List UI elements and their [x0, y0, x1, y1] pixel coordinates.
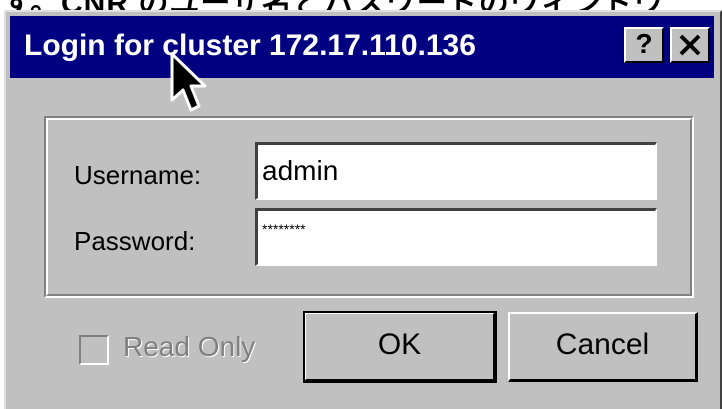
- mouse-cursor-icon: [170, 52, 207, 112]
- close-button[interactable]: [670, 27, 710, 63]
- login-dialog: Login for cluster 172.17.110.136 ? Usern…: [4, 10, 722, 409]
- background-text-strip: す。CNR のユーザ名とパスワードのウィンドウ: [0, 0, 722, 10]
- password-field[interactable]: ********: [255, 208, 657, 266]
- password-label: Password:: [74, 226, 196, 256]
- close-icon: [679, 34, 701, 56]
- background-text: す。CNR のユーザ名とパスワードのウィンドウ: [2, 0, 665, 10]
- help-button[interactable]: ?: [624, 27, 664, 63]
- cancel-button[interactable]: Cancel: [508, 312, 698, 382]
- read-only-label: Read Only: [123, 331, 256, 362]
- username-label: Username:: [74, 160, 202, 190]
- username-field[interactable]: admin: [255, 142, 657, 200]
- title-bar[interactable]: Login for cluster 172.17.110.136 ?: [10, 16, 714, 78]
- ok-button[interactable]: OK: [303, 311, 497, 383]
- read-only-checkbox[interactable]: [79, 335, 109, 365]
- window-title: Login for cluster 172.17.110.136: [24, 29, 476, 62]
